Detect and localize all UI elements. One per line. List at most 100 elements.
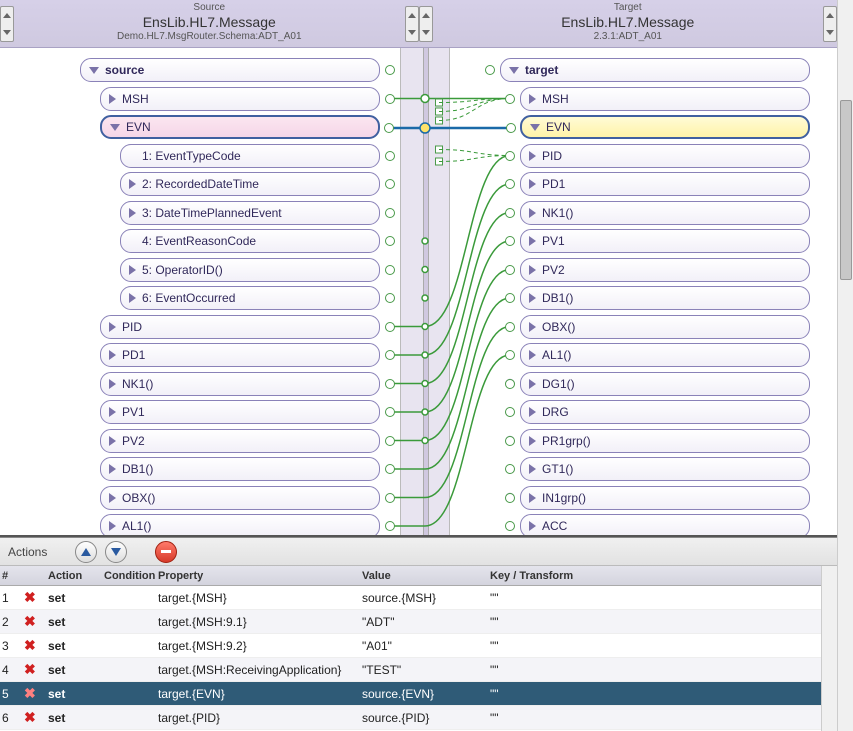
output-port[interactable] xyxy=(385,464,395,474)
input-port[interactable] xyxy=(505,407,515,417)
source-node[interactable]: EVN xyxy=(100,115,380,139)
col-value-header[interactable]: Value xyxy=(360,566,488,585)
input-port[interactable] xyxy=(505,350,515,360)
target-node[interactable]: GT1() xyxy=(520,457,810,481)
output-port[interactable] xyxy=(385,151,395,161)
output-port[interactable] xyxy=(385,293,395,303)
output-port[interactable] xyxy=(385,379,395,389)
input-port[interactable] xyxy=(505,236,515,246)
output-port[interactable] xyxy=(385,407,395,417)
actions-scrollbar[interactable] xyxy=(821,566,837,731)
input-port[interactable] xyxy=(485,65,495,75)
source-node[interactable]: 6: EventOccurred xyxy=(120,286,380,310)
source-subtitle: Demo.HL7.MsgRouter.Schema:ADT_A01 xyxy=(0,31,419,42)
input-port[interactable] xyxy=(505,379,515,389)
source-root-node[interactable]: source xyxy=(80,58,380,82)
target-node[interactable]: PR1grp() xyxy=(520,429,810,453)
input-port[interactable] xyxy=(505,436,515,446)
page-scrollbar[interactable] xyxy=(837,0,853,731)
delete-row-icon[interactable]: ✖ xyxy=(24,589,36,606)
output-port[interactable] xyxy=(385,521,395,531)
source-node[interactable]: NK1() xyxy=(100,372,380,396)
row-key: "" xyxy=(488,682,837,705)
output-port[interactable] xyxy=(385,94,395,104)
col-key-header[interactable]: Key / Transform xyxy=(488,566,837,585)
input-port[interactable] xyxy=(505,208,515,218)
row-action: set xyxy=(46,634,102,657)
source-node[interactable]: OBX() xyxy=(100,486,380,510)
target-node[interactable]: PID xyxy=(520,144,810,168)
target-sort-widget-2[interactable] xyxy=(823,6,837,42)
target-node[interactable]: PD1 xyxy=(520,172,810,196)
col-property-header[interactable]: Property xyxy=(156,566,360,585)
move-up-button[interactable] xyxy=(75,541,97,563)
source-node[interactable]: PD1 xyxy=(100,343,380,367)
target-node[interactable]: MSH xyxy=(520,87,810,111)
source-node[interactable]: 3: DateTimePlannedEvent xyxy=(120,201,380,225)
output-port[interactable] xyxy=(385,208,395,218)
input-port[interactable] xyxy=(505,521,515,531)
scrollbar-thumb[interactable] xyxy=(840,100,852,280)
target-node[interactable]: EVN xyxy=(520,115,810,139)
source-node[interactable]: 1: EventTypeCode xyxy=(120,144,380,168)
input-port[interactable] xyxy=(506,123,516,133)
action-row[interactable]: 1✖settarget.{MSH}source.{MSH}"" xyxy=(0,586,837,610)
action-row[interactable]: 5✖settarget.{EVN}source.{EVN}"" xyxy=(0,682,837,706)
output-port[interactable] xyxy=(385,322,395,332)
target-node[interactable]: PV1 xyxy=(520,229,810,253)
delete-row-icon[interactable]: ✖ xyxy=(24,685,36,702)
input-port[interactable] xyxy=(505,464,515,474)
target-sort-widget[interactable] xyxy=(419,6,433,42)
source-sort-widget[interactable] xyxy=(0,6,14,42)
output-port[interactable] xyxy=(385,265,395,275)
input-port[interactable] xyxy=(505,151,515,161)
source-node[interactable]: AL1() xyxy=(100,514,380,537)
delete-button[interactable] xyxy=(155,541,177,563)
action-row[interactable]: 2✖settarget.{MSH:9.1}"ADT""" xyxy=(0,610,837,634)
col-action-header[interactable]: Action xyxy=(46,566,102,585)
target-node[interactable]: IN1grp() xyxy=(520,486,810,510)
source-node[interactable]: 4: EventReasonCode xyxy=(120,229,380,253)
source-sort-widget-2[interactable] xyxy=(405,6,419,42)
target-node[interactable]: AL1() xyxy=(520,343,810,367)
target-root-node[interactable]: target xyxy=(500,58,810,82)
action-row[interactable]: 6✖settarget.{PID}source.{PID}"" xyxy=(0,706,837,730)
output-port[interactable] xyxy=(385,236,395,246)
source-node[interactable]: PV1 xyxy=(100,400,380,424)
col-num-header[interactable]: # xyxy=(0,566,22,585)
input-port[interactable] xyxy=(505,293,515,303)
input-port[interactable] xyxy=(505,94,515,104)
output-port[interactable] xyxy=(385,179,395,189)
output-port[interactable] xyxy=(385,493,395,503)
target-node[interactable]: NK1() xyxy=(520,201,810,225)
action-row[interactable]: 4✖settarget.{MSH:ReceivingApplication}"T… xyxy=(0,658,837,682)
input-port[interactable] xyxy=(505,179,515,189)
input-port[interactable] xyxy=(505,322,515,332)
source-node[interactable]: 5: OperatorID() xyxy=(120,258,380,282)
target-node[interactable]: DG1() xyxy=(520,372,810,396)
output-port[interactable] xyxy=(385,436,395,446)
input-port[interactable] xyxy=(505,265,515,275)
action-row[interactable]: 3✖settarget.{MSH:9.2}"A01""" xyxy=(0,634,837,658)
source-node[interactable]: 2: RecordedDateTime xyxy=(120,172,380,196)
output-port[interactable] xyxy=(385,65,395,75)
source-node[interactable]: DB1() xyxy=(100,457,380,481)
target-node[interactable]: DB1() xyxy=(520,286,810,310)
input-port[interactable] xyxy=(505,493,515,503)
delete-row-icon[interactable]: ✖ xyxy=(24,613,36,630)
target-node[interactable]: DRG xyxy=(520,400,810,424)
delete-row-icon[interactable]: ✖ xyxy=(24,709,36,726)
source-node[interactable]: PID xyxy=(100,315,380,339)
source-node[interactable]: PV2 xyxy=(100,429,380,453)
target-node[interactable]: ACC xyxy=(520,514,810,537)
delete-row-icon[interactable]: ✖ xyxy=(24,661,36,678)
output-port[interactable] xyxy=(384,123,394,133)
source-node[interactable]: MSH xyxy=(100,87,380,111)
target-node[interactable]: OBX() xyxy=(520,315,810,339)
target-node[interactable]: PV2 xyxy=(520,258,810,282)
col-condition-header[interactable]: Condition xyxy=(102,566,156,585)
delete-row-icon[interactable]: ✖ xyxy=(24,637,36,654)
expand-icon xyxy=(529,151,536,161)
move-down-button[interactable] xyxy=(105,541,127,563)
output-port[interactable] xyxy=(385,350,395,360)
